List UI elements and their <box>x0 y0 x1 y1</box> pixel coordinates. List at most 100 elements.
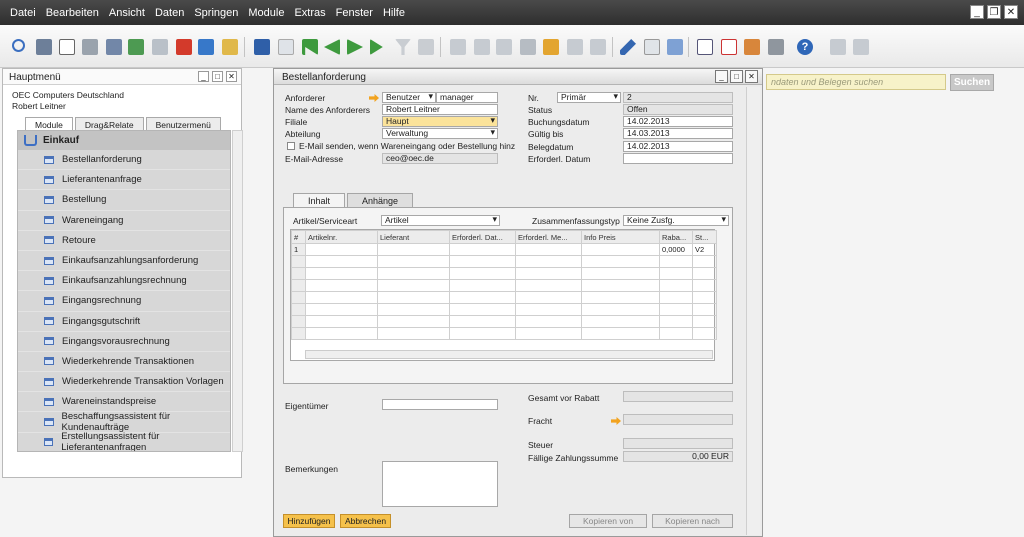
search-button[interactable]: Suchen <box>950 74 994 91</box>
list-item[interactable]: Wareneingang <box>18 210 230 231</box>
menu-datei[interactable]: Datei <box>10 7 36 19</box>
form-vertical-scrollbar[interactable] <box>746 87 760 535</box>
required-date-field[interactable] <box>623 153 733 164</box>
remarks-textarea[interactable] <box>382 461 498 507</box>
table-row[interactable] <box>291 291 717 304</box>
close-icon[interactable]: ✕ <box>226 71 237 82</box>
menu-extras[interactable]: Extras <box>294 7 325 19</box>
list-item[interactable]: Beschaffungsassistent für Kundenaufträge <box>18 411 230 433</box>
list-item[interactable]: Bestellanforderung <box>18 150 230 171</box>
maximize-icon[interactable]: □ <box>212 71 223 82</box>
minimize-icon[interactable]: _ <box>715 70 728 83</box>
column-header[interactable]: Lieferant <box>377 230 450 244</box>
menu-module[interactable]: Module <box>248 7 284 19</box>
tab-benutzermenue[interactable]: Benutzermenü <box>145 117 221 131</box>
menu-daten[interactable]: Daten <box>155 7 184 19</box>
list-item[interactable]: Einkaufsanzahlungsrechnung <box>18 271 230 292</box>
sms-icon[interactable] <box>82 39 98 55</box>
last-record-icon[interactable] <box>370 39 383 55</box>
requester-name-field[interactable]: Robert Leitner <box>382 104 498 115</box>
new-document-icon[interactable] <box>644 39 660 55</box>
gross-profit-icon[interactable] <box>567 39 583 55</box>
email-field[interactable]: ceo@oec.de <box>382 153 498 164</box>
list-item[interactable]: Erstellungsassistent für Lieferantenanfr… <box>18 431 230 451</box>
lock-icon[interactable] <box>222 39 238 55</box>
item-type-select[interactable]: Artikel <box>381 215 500 226</box>
tab-anhaenge[interactable]: Anhänge <box>347 193 414 207</box>
module-list-scrollbar[interactable] <box>232 130 243 452</box>
table-row[interactable] <box>291 315 717 328</box>
table-row[interactable] <box>291 267 717 280</box>
menu-hilfe[interactable]: Hilfe <box>383 7 405 19</box>
requester-type-select[interactable]: Benutzer <box>382 92 436 103</box>
link-arrow-icon[interactable] <box>369 94 379 102</box>
table-cell[interactable] <box>377 243 450 256</box>
menu-springen[interactable]: Springen <box>194 7 238 19</box>
maximize-icon[interactable]: □ <box>730 70 743 83</box>
list-item[interactable]: Eingangsrechnung <box>18 291 230 312</box>
payment-icon[interactable] <box>520 39 536 55</box>
grid-horizontal-scrollbar[interactable] <box>305 350 713 359</box>
table-row[interactable] <box>291 255 717 268</box>
email-icon[interactable] <box>59 39 75 55</box>
document-icon[interactable] <box>830 39 846 55</box>
table-row[interactable] <box>291 303 717 316</box>
column-header[interactable]: Erforderl. Dat... <box>449 230 516 244</box>
list-item[interactable]: Wiederkehrende Transaktion Vorlagen <box>18 372 230 393</box>
copy-from-button[interactable]: Kopieren von <box>569 514 647 528</box>
help-icon[interactable]: ? <box>797 39 813 55</box>
sort-icon[interactable] <box>418 39 434 55</box>
messages-icon[interactable] <box>721 39 737 55</box>
archive-icon[interactable] <box>853 39 869 55</box>
volume-weight-icon[interactable] <box>590 39 606 55</box>
filter-icon[interactable] <box>395 39 411 55</box>
column-header[interactable]: Artikelnr. <box>305 230 378 244</box>
owner-field[interactable] <box>382 399 498 410</box>
list-item[interactable]: Lieferantenanfrage <box>18 170 230 191</box>
module-group-einkauf[interactable]: Einkauf <box>18 131 230 150</box>
branch-select[interactable]: Haupt <box>382 116 498 127</box>
column-header[interactable]: Erforderl. Me... <box>515 230 582 244</box>
table-cell[interactable] <box>581 243 660 256</box>
list-item[interactable]: Bestellung <box>18 190 230 211</box>
table-cell[interactable] <box>449 243 516 256</box>
table-cell[interactable]: 0,0000 <box>659 243 693 256</box>
tab-module[interactable]: Module <box>25 117 73 131</box>
posting-date-field[interactable]: 14.02.2013 <box>623 116 733 127</box>
menu-ansicht[interactable]: Ansicht <box>109 7 145 19</box>
list-item[interactable]: Eingangsgutschrift <box>18 311 230 332</box>
email-checkbox[interactable] <box>287 142 295 150</box>
print-icon[interactable] <box>36 39 52 55</box>
users-icon[interactable] <box>768 39 784 55</box>
menu-fenster[interactable]: Fenster <box>336 7 373 19</box>
restore-icon[interactable]: ❐ <box>987 5 1001 19</box>
table-cell[interactable] <box>305 243 378 256</box>
summary-type-select[interactable]: Keine Zusfg. <box>623 215 729 226</box>
tab-drag-relate[interactable]: Drag&Relate <box>74 117 144 131</box>
tab-inhalt[interactable]: Inhalt <box>293 193 346 207</box>
form-settings-icon[interactable] <box>667 39 683 55</box>
table-row[interactable] <box>291 327 717 340</box>
excel-icon[interactable] <box>128 39 144 55</box>
find-icon[interactable] <box>254 39 270 55</box>
department-select[interactable]: Verwaltung <box>382 128 498 139</box>
pdf-icon[interactable] <box>176 39 192 55</box>
table-row[interactable] <box>291 279 717 292</box>
calendar-icon[interactable] <box>697 39 713 55</box>
table-cell[interactable]: V2 <box>692 243 717 256</box>
copy-to-button[interactable]: Kopieren nach <box>652 514 733 528</box>
minimize-icon[interactable]: _ <box>198 71 209 82</box>
valid-until-field[interactable]: 14.03.2013 <box>623 128 733 139</box>
minimize-icon[interactable]: _ <box>970 5 984 19</box>
cancel-button[interactable]: Abbrechen <box>340 514 391 528</box>
base-document-icon[interactable] <box>450 39 466 55</box>
series-select[interactable]: Primär <box>557 92 621 103</box>
requester-field[interactable]: manager <box>436 92 498 103</box>
column-header[interactable]: Raba... <box>659 230 693 244</box>
relationship-map-icon[interactable] <box>543 39 559 55</box>
target-document-icon[interactable] <box>474 39 490 55</box>
add-icon[interactable] <box>278 39 294 55</box>
add-button[interactable]: Hinzufügen <box>283 514 335 528</box>
next-record-icon[interactable] <box>347 39 363 55</box>
global-search-input[interactable]: ndaten und Belegen suchen <box>766 74 946 90</box>
